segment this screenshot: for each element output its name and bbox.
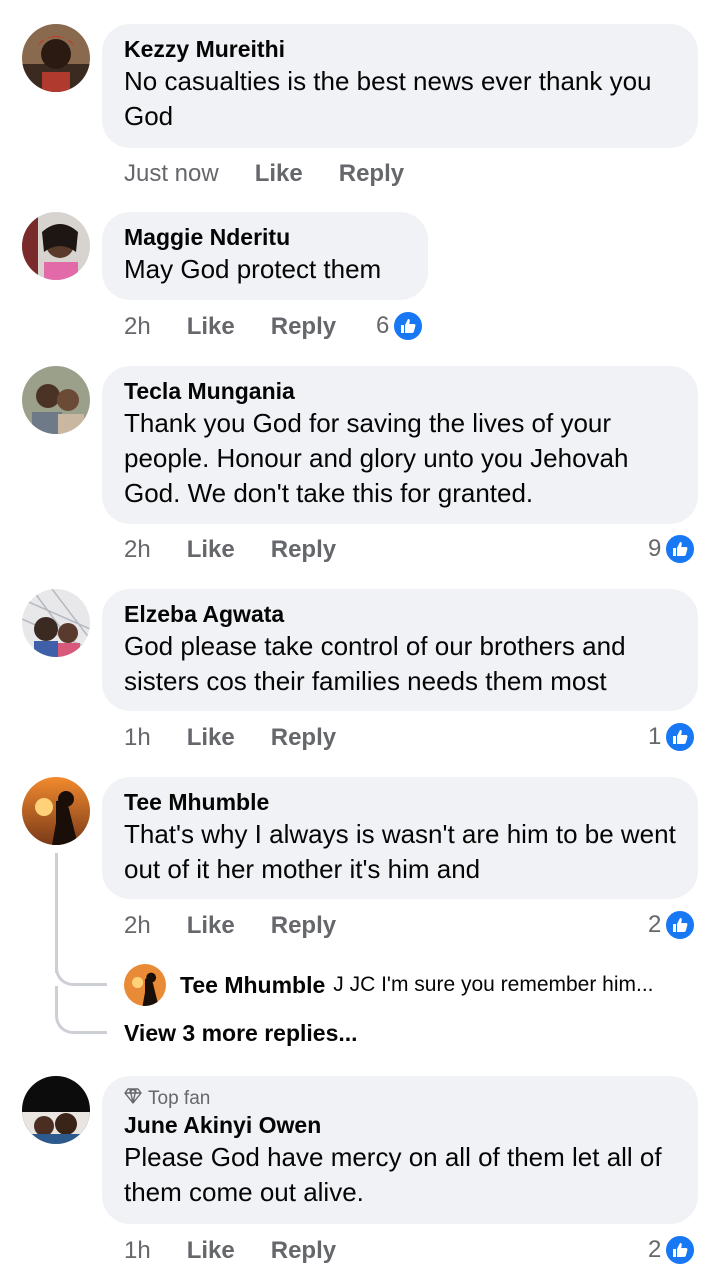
thumbs-up-icon	[664, 1234, 697, 1266]
comment-bubble: Top fan June Akinyi Owen Please God have…	[102, 1076, 698, 1224]
avatar[interactable]	[22, 212, 90, 280]
comment-bubble: Maggie Nderitu May God protect them	[102, 212, 428, 300]
view-more-replies-link[interactable]: View 3 more replies...	[124, 1020, 358, 1047]
reaction-count-number: 1	[648, 723, 662, 750]
comment-bubble: Tecla Mungania Thank you God for saving …	[102, 366, 698, 524]
comment-time[interactable]: 2h	[124, 312, 151, 342]
comment-time[interactable]: 1h	[124, 723, 151, 753]
comment-author[interactable]: Tecla Mungania	[124, 376, 676, 406]
reply-button[interactable]: Reply	[271, 312, 336, 342]
comment-text: God please take control of our brothers …	[124, 631, 626, 696]
reply-text: J JC I'm sure you remember him...	[333, 973, 654, 996]
like-button[interactable]: Like	[255, 159, 303, 189]
comment-actions: Just now Like Reply	[124, 159, 404, 189]
reaction-count[interactable]: 2	[648, 1234, 697, 1266]
reaction-count[interactable]: 9	[648, 533, 697, 565]
comment-time[interactable]: 2h	[124, 535, 151, 565]
reply-button[interactable]: Reply	[271, 1236, 336, 1266]
comment-bubble: Kezzy Mureithi No casualties is the best…	[102, 24, 698, 148]
reaction-count[interactable]: 6	[376, 310, 425, 342]
comment-time[interactable]: 1h	[124, 1236, 151, 1266]
like-button[interactable]: Like	[187, 1236, 235, 1266]
thumbs-up-icon	[392, 310, 425, 342]
like-button[interactable]: Like	[187, 911, 235, 941]
reply-author[interactable]: Tee Mhumble	[180, 972, 325, 999]
comment-actions: 2h Like Reply	[124, 911, 336, 941]
comment-actions: 1h Like Reply	[124, 723, 336, 753]
diamond-icon	[124, 1088, 142, 1110]
reply-button[interactable]: Reply	[271, 723, 336, 753]
comment-actions: 2h Like Reply	[124, 312, 336, 342]
comment-bubble: Tee Mhumble That's why I always is wasn'…	[102, 777, 698, 899]
comment-actions: 2h Like Reply	[124, 535, 336, 565]
comment-time[interactable]: 2h	[124, 911, 151, 941]
avatar[interactable]	[22, 777, 90, 845]
top-fan-badge: Top fan	[124, 1088, 676, 1110]
avatar[interactable]	[22, 24, 90, 92]
reply-preview[interactable]: Tee Mhumble J JC I'm sure you remember h…	[124, 964, 654, 1006]
avatar[interactable]	[22, 366, 90, 434]
like-button[interactable]: Like	[187, 723, 235, 753]
reply-button[interactable]: Reply	[271, 911, 336, 941]
reply-button[interactable]: Reply	[339, 159, 404, 189]
thumbs-up-icon	[664, 533, 697, 565]
thumbs-up-icon	[664, 721, 697, 753]
comment-text: Please God have mercy on all of them let…	[124, 1142, 662, 1207]
like-button[interactable]: Like	[187, 312, 235, 342]
avatar[interactable]	[22, 589, 90, 657]
comment-author[interactable]: Elzeba Agwata	[124, 599, 676, 629]
comment-author[interactable]: Maggie Nderitu	[124, 222, 406, 252]
comment-author[interactable]: June Akinyi Owen	[124, 1110, 676, 1140]
comment-text: May God protect them	[124, 254, 382, 284]
avatar[interactable]	[124, 964, 166, 1006]
comment-text: No casualties is the best news ever than…	[124, 66, 652, 131]
reaction-count[interactable]: 2	[648, 909, 697, 941]
thread-connector	[55, 986, 107, 1034]
top-fan-label: Top fan	[148, 1088, 211, 1109]
reaction-count-number: 6	[376, 312, 390, 339]
comment-text: That's why I always is wasn't are him to…	[124, 819, 676, 884]
reaction-count[interactable]: 1	[648, 721, 697, 753]
reply-button[interactable]: Reply	[271, 535, 336, 565]
reaction-count-number: 2	[648, 911, 662, 938]
comment-bubble: Elzeba Agwata God please take control of…	[102, 589, 698, 711]
like-button[interactable]: Like	[187, 535, 235, 565]
comment-time[interactable]: Just now	[124, 159, 219, 189]
comment-author[interactable]: Kezzy Mureithi	[124, 34, 676, 64]
avatar[interactable]	[22, 1076, 90, 1144]
comment-actions: 1h Like Reply	[124, 1236, 336, 1266]
reaction-count-number: 2	[648, 1236, 662, 1263]
comment-text: Thank you God for saving the lives of yo…	[124, 408, 629, 508]
thread-connector	[55, 950, 107, 986]
thumbs-up-icon	[664, 909, 697, 941]
reaction-count-number: 9	[648, 535, 662, 562]
comment-author[interactable]: Tee Mhumble	[124, 787, 676, 817]
